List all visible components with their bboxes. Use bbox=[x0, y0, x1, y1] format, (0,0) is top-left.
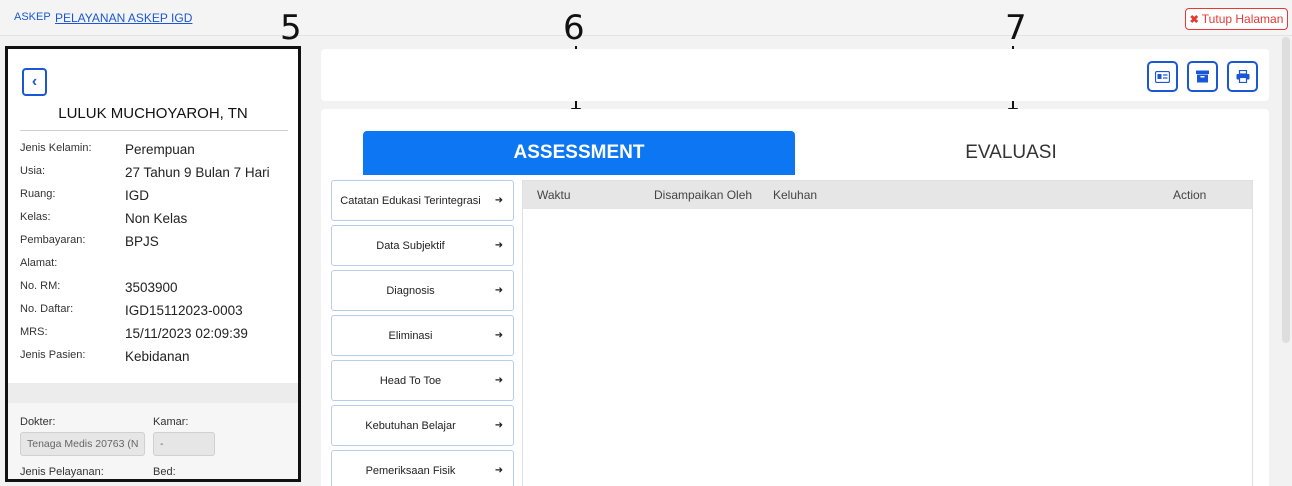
room-field[interactable]: - bbox=[153, 432, 215, 456]
info-value: 27 Tahun 9 Bulan 7 Hari bbox=[125, 165, 270, 180]
menu-item-pemeriksaan-fisik[interactable]: Pemeriksaan Fisik ➜ bbox=[331, 450, 514, 486]
complaints-table: Waktu Disampaikan Oleh Keluhan Action bbox=[522, 180, 1253, 486]
divider bbox=[20, 130, 288, 131]
chevron-left-icon: ‹ bbox=[31, 73, 38, 90]
info-value: BPJS bbox=[125, 234, 159, 249]
menu-item-label: Kebutuhan Belajar bbox=[365, 419, 456, 432]
info-label: No. Daftar: bbox=[20, 303, 74, 315]
chevron-circle-right-icon: ➜ bbox=[494, 195, 504, 206]
info-label: Ruang: bbox=[20, 188, 56, 200]
table-header: Waktu Disampaikan Oleh Keluhan Action bbox=[523, 181, 1252, 209]
info-label: Alamat: bbox=[20, 257, 58, 269]
doctor-section: Dokter: Kamar: Tenaga Medis 20763 (N - J… bbox=[8, 403, 298, 479]
doctor-label: Dokter: bbox=[20, 416, 56, 428]
patient-name: LULUK MUCHOYAROH, TN bbox=[58, 105, 248, 122]
menu-item-label: Data Subjektif bbox=[376, 239, 445, 252]
info-label: MRS: bbox=[20, 326, 48, 338]
info-label: No. RM: bbox=[20, 280, 61, 292]
service-type-label: Jenis Pelayanan: bbox=[20, 466, 104, 478]
tab-assessment[interactable]: ASSESSMENT bbox=[363, 131, 795, 175]
info-label: Pembayaran: bbox=[20, 234, 86, 246]
chevron-circle-right-icon: ➜ bbox=[494, 240, 504, 251]
print-button[interactable] bbox=[1227, 61, 1258, 92]
menu-item-data-subjektif[interactable]: Data Subjektif ➜ bbox=[331, 225, 514, 266]
patient-info-panel: ‹ LULUK MUCHOYAROH, TN Jenis Kelamin: Pe… bbox=[5, 46, 301, 482]
page-scrollbar[interactable] bbox=[1282, 37, 1290, 343]
menu-item-label: Pemeriksaan Fisik bbox=[365, 464, 456, 477]
tab-evaluasi[interactable]: EVALUASI bbox=[795, 131, 1227, 175]
menu-item-diagnosis[interactable]: Diagnosis ➜ bbox=[331, 270, 514, 311]
room-label: Kamar: bbox=[153, 416, 189, 428]
chevron-circle-right-icon: ➜ bbox=[494, 420, 504, 431]
info-value: IGD15112023-0003 bbox=[125, 303, 243, 318]
menu-item-catatan-edukasi[interactable]: Catatan Edukasi Terintegrasi ➜ bbox=[331, 180, 514, 221]
action-toolbar bbox=[321, 49, 1269, 101]
bed-label: Bed: bbox=[153, 466, 176, 478]
menu-item-label: Catatan Edukasi Terintegrasi bbox=[340, 194, 481, 207]
chevron-circle-right-icon: ➜ bbox=[494, 375, 504, 386]
menu-item-label: Eliminasi bbox=[388, 329, 433, 342]
info-value: Perempuan bbox=[125, 142, 195, 157]
menu-item-label: Head To Toe bbox=[379, 374, 442, 387]
back-button[interactable]: ‹ bbox=[22, 68, 47, 96]
menu-item-kebutuhan-belajar[interactable]: Kebutuhan Belajar ➜ bbox=[331, 405, 514, 446]
info-label: Usia: bbox=[20, 165, 46, 177]
id-card-icon bbox=[1155, 70, 1170, 83]
info-label: Jenis Pasien: bbox=[20, 349, 86, 361]
archive-button[interactable] bbox=[1187, 61, 1218, 92]
doctor-field[interactable]: Tenaga Medis 20763 (N bbox=[20, 432, 145, 456]
info-label: Kelas: bbox=[20, 211, 51, 223]
assessment-content: ASSESSMENT EVALUASI Catatan Edukasi Teri… bbox=[321, 109, 1269, 486]
info-value: Non Kelas bbox=[125, 211, 188, 226]
id-card-button[interactable] bbox=[1147, 61, 1178, 92]
info-label: Jenis Kelamin: bbox=[20, 142, 92, 154]
menu-item-label: Diagnosis bbox=[386, 284, 435, 297]
column-header-keluhan: Keluhan bbox=[773, 188, 818, 202]
info-value: 15/11/2023 02:09:39 bbox=[125, 326, 248, 341]
info-value: 3503900 bbox=[125, 280, 178, 295]
column-header-disampaikan-oleh: Disampaikan Oleh bbox=[654, 188, 753, 202]
info-value: IGD bbox=[125, 188, 150, 203]
column-header-waktu: Waktu bbox=[537, 188, 571, 202]
menu-item-eliminasi[interactable]: Eliminasi ➜ bbox=[331, 315, 514, 356]
chevron-circle-right-icon: ➜ bbox=[494, 330, 504, 341]
chevron-circle-right-icon: ➜ bbox=[494, 285, 504, 296]
print-icon bbox=[1236, 70, 1249, 83]
archive-icon bbox=[1196, 70, 1209, 83]
menu-item-head-to-toe[interactable]: Head To Toe ➜ bbox=[331, 360, 514, 401]
info-value: Kebidanan bbox=[125, 349, 190, 364]
chevron-circle-right-icon: ➜ bbox=[494, 465, 504, 476]
column-header-action: Action bbox=[1173, 188, 1207, 202]
section-divider bbox=[8, 383, 298, 403]
